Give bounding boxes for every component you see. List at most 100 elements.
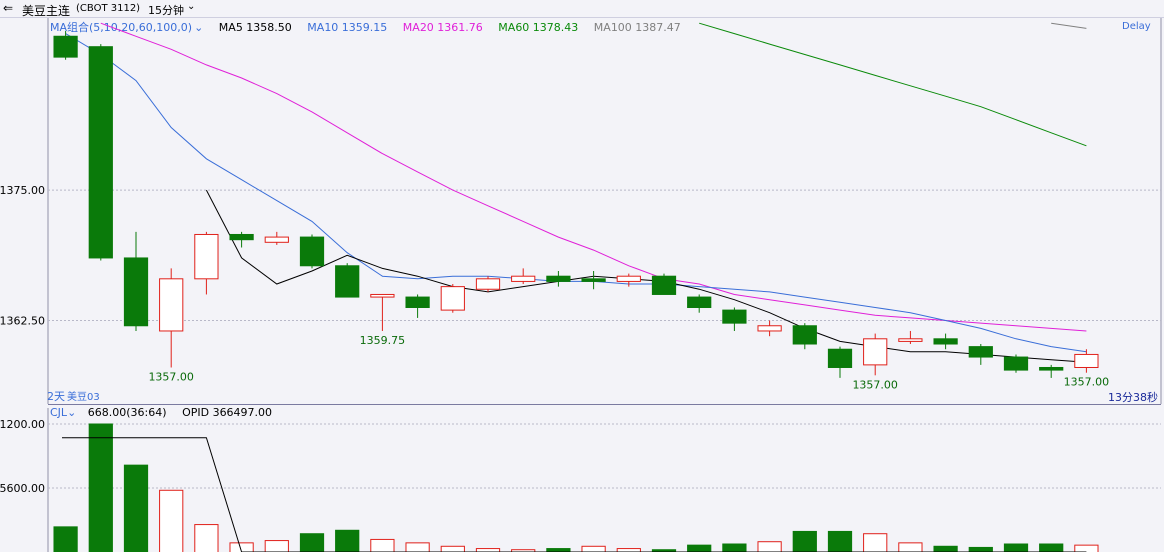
volume-bar: [335, 529, 360, 552]
volume-bar: [968, 546, 993, 552]
candle-body: [475, 278, 501, 290]
ma20-line: [100, 22, 1087, 332]
candle: [475, 276, 501, 292]
candle-body: [687, 296, 712, 308]
chevron-down-icon[interactable]: ⌄: [67, 406, 76, 419]
candle-body: [511, 275, 536, 282]
candle-body: [898, 338, 923, 342]
volume-bar: [440, 545, 465, 552]
volume-bar: [264, 540, 289, 552]
chevron-down-icon[interactable]: ⌄: [194, 21, 203, 34]
candle: [792, 323, 817, 350]
candle: [88, 44, 113, 261]
low-price-annotation: 1357.00: [1064, 376, 1110, 389]
chevron-down-icon[interactable]: ⌄: [187, 1, 195, 12]
candle-body: [194, 233, 219, 280]
price-tick-label: 1375.00: [0, 184, 45, 197]
volume-bar: [405, 542, 430, 552]
candle: [299, 234, 325, 269]
candle: [651, 273, 677, 295]
volume-bar: [123, 464, 149, 552]
symbol-code: (CBOT 3112): [76, 3, 141, 14]
volume-bar: [863, 533, 888, 552]
candle-body: [229, 233, 254, 241]
candle: [440, 284, 465, 313]
volume-bar: [1074, 544, 1099, 552]
volume-bar: [1003, 543, 1029, 552]
volume-bar: [687, 544, 712, 552]
candle-body: [581, 278, 606, 282]
candle-body: [792, 325, 817, 345]
ma10-value: MA10 1359.15: [307, 21, 388, 34]
ma10-line: [65, 33, 1087, 353]
candle: [968, 344, 993, 365]
candle-body: [1074, 353, 1099, 368]
volume-bar: [53, 526, 78, 552]
candle: [581, 270, 606, 290]
volume-bar: [229, 542, 254, 552]
volume-bar: [898, 542, 923, 552]
volume-indicator-selector[interactable]: CJL: [50, 406, 67, 419]
volume-bar: [757, 541, 782, 552]
candle-body: [53, 35, 78, 58]
ma-legend: MA组合(5,10,20,60,100,0) ⌄ MA5 1358.50 MA10…: [50, 19, 693, 34]
candle-body: [335, 265, 360, 298]
volume-bar: [722, 543, 747, 552]
period-selector[interactable]: 15分钟: [148, 2, 184, 18]
ma-group-selector[interactable]: MA组合(5,10,20,60,100,0): [50, 21, 192, 34]
volume-legend: CJL⌄ 668.00(36:64) OPID 366497.00: [50, 406, 272, 419]
candle: [687, 294, 712, 313]
volume-bar: [194, 524, 219, 552]
volume-bar: [546, 548, 571, 552]
candle: [53, 31, 78, 60]
candle-body: [1039, 366, 1064, 371]
volume-value: 668.00(36:64): [87, 406, 167, 419]
candle-body: [827, 348, 853, 368]
candle: [722, 307, 747, 331]
candle-body: [968, 346, 993, 358]
volume-tick-label: 11200.00: [0, 418, 45, 431]
candle: [194, 231, 219, 295]
candle: [335, 263, 360, 298]
candle: [757, 320, 782, 337]
ma5-value: MA5 1358.50: [218, 21, 292, 34]
open-interest-value: OPID 366497.00: [182, 406, 273, 419]
candle-body: [933, 338, 958, 345]
candle-body: [546, 275, 571, 282]
countdown-label: 13分38秒: [1108, 390, 1158, 404]
delay-indicator: Delay: [1122, 21, 1151, 32]
candle: [1039, 364, 1064, 378]
candle-body: [264, 236, 289, 243]
title-bar: ⇐ 美豆主连 (CBOT 3112) 15分钟 ⌄: [0, 0, 1164, 18]
candle-body: [440, 286, 465, 311]
candle: [933, 333, 958, 350]
candle: [616, 273, 641, 287]
volume-bar: [88, 423, 113, 552]
candle-body: [1003, 356, 1029, 371]
candle-body: [616, 275, 641, 282]
candle-body: [299, 236, 325, 267]
candle: [229, 231, 254, 248]
volume-bar: [581, 545, 606, 552]
volume-bar: [792, 530, 817, 552]
candle-body: [159, 278, 184, 332]
candle: [898, 330, 923, 345]
candle-body: [863, 338, 888, 366]
candle: [863, 333, 888, 376]
candle-body: [123, 257, 149, 327]
candle-body: [757, 325, 782, 332]
candle-body: [651, 275, 677, 295]
volume-bar: [370, 538, 395, 552]
candle: [546, 270, 571, 287]
back-arrow-icon[interactable]: ⇐: [3, 1, 13, 15]
candle: [511, 268, 536, 285]
ma60-value: MA60 1378.43: [498, 21, 579, 34]
candle: [1003, 354, 1029, 373]
volume-bar: [159, 489, 184, 552]
candle-body: [88, 46, 113, 259]
ma20-value: MA20 1361.76: [402, 21, 483, 34]
candle-body: [405, 296, 430, 308]
candle-body: [370, 293, 395, 298]
ma60-line: [699, 22, 1087, 147]
volume-bar: [299, 533, 325, 552]
